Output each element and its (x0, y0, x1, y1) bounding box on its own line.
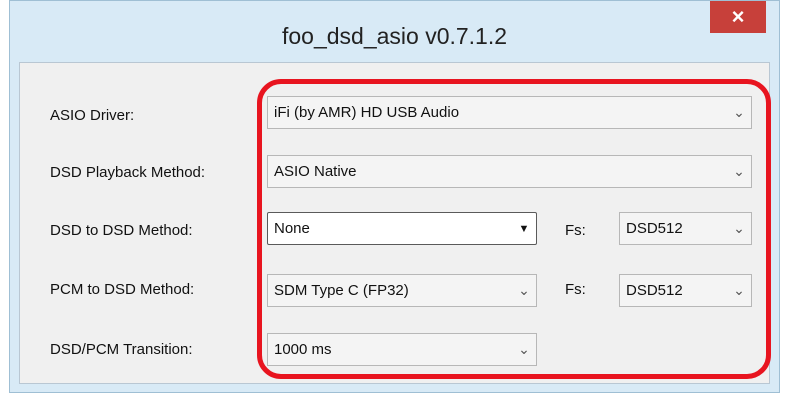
window-title: foo_dsd_asio v0.7.1.2 (281, 23, 508, 49)
close-icon: × (731, 4, 745, 29)
asio-driver-select[interactable]: iFi (by AMR) HD USB Audio ⌄ (267, 96, 752, 129)
dsd-playback-select[interactable]: ASIO Native ⌄ (267, 155, 752, 188)
transition-label: DSD/PCM Transition: (50, 341, 193, 358)
pcm-to-dsd-fs-value: DSD512 (626, 282, 683, 299)
asio-driver-label: ASIO Driver: (50, 107, 135, 124)
chevron-down-icon: ⌄ (733, 163, 745, 179)
triangle-down-icon: ▼ (518, 222, 530, 235)
chevron-down-icon: ⌄ (518, 282, 530, 298)
transition-value: 1000 ms (274, 341, 332, 358)
dsd-to-dsd-fs-select[interactable]: DSD512 ⌄ (619, 212, 752, 245)
dsd-to-dsd-fs-label: Fs: (565, 222, 586, 239)
pcm-to-dsd-select[interactable]: SDM Type C (FP32) ⌄ (267, 274, 537, 307)
pcm-to-dsd-fs-select[interactable]: DSD512 ⌄ (619, 274, 752, 307)
close-button[interactable]: × (710, 1, 766, 33)
pcm-to-dsd-value: SDM Type C (FP32) (274, 282, 409, 299)
dsd-to-dsd-fs-value: DSD512 (626, 220, 683, 237)
dsd-to-dsd-select[interactable]: None ▼ (267, 212, 537, 245)
dsd-to-dsd-value: None (274, 220, 310, 237)
transition-select[interactable]: 1000 ms ⌄ (267, 333, 537, 366)
dsd-playback-value: ASIO Native (274, 163, 357, 180)
chevron-down-icon: ⌄ (518, 341, 530, 357)
chevron-down-icon: ⌄ (733, 104, 745, 120)
asio-driver-value: iFi (by AMR) HD USB Audio (274, 104, 460, 121)
chevron-down-icon: ⌄ (733, 282, 745, 298)
chevron-down-icon: ⌄ (733, 220, 745, 236)
dsd-to-dsd-label: DSD to DSD Method: (50, 222, 193, 239)
dsd-playback-label: DSD Playback Method: (50, 164, 206, 181)
pcm-to-dsd-fs-label: Fs: (565, 281, 586, 298)
pcm-to-dsd-label: PCM to DSD Method: (50, 281, 195, 298)
